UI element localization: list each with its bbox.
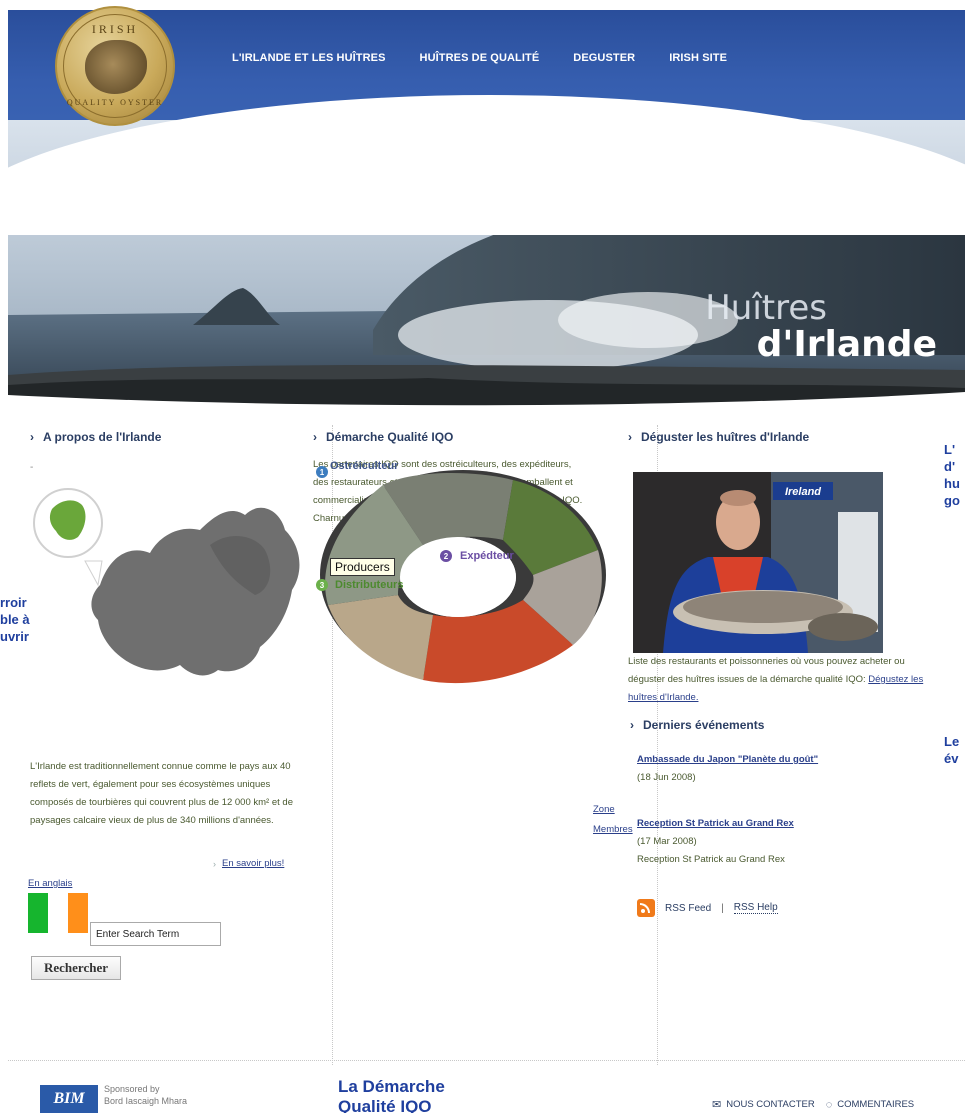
about-paragraph: L'Irlande est traditionnellement connue … [30,761,293,826]
overflow-line: d' [944,459,956,474]
event-date: (18 Jun 2008) [637,772,696,783]
chevron-right-icon: › [30,430,34,444]
event-item: Ambassade du Japon "Planète du goût" (18… [637,751,877,787]
footer-divider [8,1060,965,1061]
step-3-number: 3 [320,581,325,590]
event-item: Reception St Patrick au Grand Rex (17 Ma… [637,815,877,869]
overflow-line: go [944,493,960,508]
column-deguster: › Déguster les huîtres d'Irlande [628,430,928,444]
supply-chain-diagram[interactable]: 1 2 3 [313,465,608,725]
overflow-line: rroir [0,595,27,610]
event-title-link[interactable]: Ambassade du Japon "Planète du goût" [637,754,818,765]
heading-text[interactable]: Déguster les huîtres d'Irlande [641,430,809,444]
chevron-right-icon: › [628,430,632,444]
right-overflow-caption: Le év [944,733,959,767]
overflow-line: uvrir [0,629,29,644]
chevron-right-icon: › [313,430,317,444]
hero-title-line2: d'Irlande [756,324,937,365]
demarche-title-line2: Qualité IQO [338,1097,432,1113]
overflow-line: L' [944,442,956,457]
nav-item-deguster[interactable]: DEGUSTER [556,52,652,64]
main-nav: L'IRLANDE ET LES HUÎTRES HUÎTRES DE QUAL… [232,52,744,64]
step-2-number: 2 [444,552,449,561]
rss-separator: | [721,902,724,914]
irish-flag-icon [28,893,90,933]
english-link[interactable]: En anglais [28,878,72,889]
overflow-line: ble à [0,612,30,627]
step-ostreiculteur[interactable]: Ostréiculteur [330,460,398,472]
event-title-link[interactable]: Reception St Patrick au Grand Rex [637,818,794,829]
event-description: Reception St Patrick au Grand Rex [637,854,785,865]
section-heading-demarche: › Démarche Qualité IQO [313,430,603,444]
logo-top-text: IRISH [91,22,139,36]
deguster-paragraph: Liste des restaurants et poissonneries o… [628,653,930,707]
dash-text: - [30,462,34,473]
irish-quality-oyster-logo[interactable]: IRISH QUALITY OYSTER [55,6,175,126]
column-about-ireland: › A propos de l'Irlande - [30,430,320,473]
step-1-number: 1 [320,468,325,477]
nav-item-irlande[interactable]: L'IRLANDE ET LES HUÎTRES [232,52,403,64]
rss-row: RSS Feed | RSS Help [637,899,778,917]
heading-text[interactable]: Derniers événements [643,718,764,732]
step-distributeurs[interactable]: Distributeurs [335,579,403,591]
overflow-line: Le [944,734,960,749]
heading-text[interactable]: A propos de l'Irlande [43,430,161,444]
contact-link[interactable]: NOUS CONTACTER [726,1099,815,1110]
overflow-line: év [944,751,959,766]
speech-bubble-icon: ◌ [825,1098,833,1111]
comments-link[interactable]: COMMENTAIRES [837,1099,914,1110]
section-heading-about: › A propos de l'Irlande [30,430,320,444]
left-overflow-caption: rroir ble à uvrir [0,594,30,645]
bim-logo[interactable]: BIM [40,1085,98,1113]
right-overflow-caption: L' d' hu go [944,441,960,509]
arrow-right-icon: › [213,858,216,869]
search-input[interactable] [90,922,221,946]
rss-help-link[interactable]: RSS Help [733,902,778,914]
nav-item-huitres-qualite[interactable]: HUÎTRES DE QUALITÉ [403,52,557,64]
hero-title-line1: Huîtres [705,288,827,328]
step-expediteur[interactable]: Expédteur [460,550,514,562]
oyster-vendor-photo[interactable]: Ireland [633,472,883,653]
rss-icon[interactable] [637,899,655,917]
europe-map[interactable] [30,475,310,715]
rss-feed-link[interactable]: RSS Feed [665,903,711,914]
demarche-title-line1: La Démarche [338,1077,445,1096]
en-savoir-plus-link[interactable]: En savoir plus! [222,858,284,869]
nav-item-irish-site[interactable]: IRISH SITE [652,52,744,64]
tooltip-producers: Producers [330,558,395,576]
chevron-right-icon: › [630,718,634,732]
section-heading-events: › Derniers événements [630,718,764,732]
footer-links: ✉ NOUS CONTACTER ◌ COMMENTAIRES [712,1098,914,1112]
envelope-icon: ✉ [712,1099,722,1111]
sponsored-by-label: Sponsored by [104,1084,160,1094]
deguster-text: Liste des restaurants et poissonneries o… [628,656,905,685]
hero-title: Huîtres d'Irlande [705,290,937,364]
page-footer: BIM Sponsored by Bord Iascaigh Mhara La … [0,1065,965,1113]
event-date: (17 Mar 2008) [637,836,697,847]
photo-sign-text: Ireland [785,486,821,498]
sponsor-name: Bord Iascaigh Mhara [104,1096,188,1106]
page-header: IRISH QUALITY OYSTER L'IRLANDE ET LES HU… [0,0,965,410]
sponsor-text: Sponsored by Bord Iascaigh Mhara [104,1083,187,1107]
search-button[interactable]: Rechercher [31,956,121,980]
section-heading-deguster: › Déguster les huîtres d'Irlande [628,430,928,444]
heading-text[interactable]: Démarche Qualité IQO [326,430,453,444]
more-link-row: › En savoir plus! [213,858,284,869]
overflow-line: hu [944,476,960,491]
demarche-footer-title: La Démarche Qualité IQO [338,1077,445,1113]
logo-bottom-text: QUALITY OYSTER [66,98,164,107]
zone-membres-link[interactable]: Zone Membres [593,800,633,840]
